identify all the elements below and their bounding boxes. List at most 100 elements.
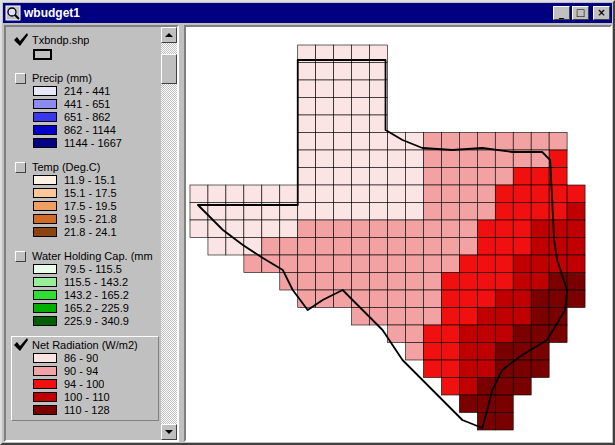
grid-cell[interactable]	[388, 238, 406, 256]
grid-cell[interactable]	[549, 133, 567, 151]
grid-cell[interactable]	[459, 395, 477, 413]
grid-cell[interactable]	[441, 325, 459, 343]
grid-cell[interactable]	[441, 238, 459, 256]
grid-cell[interactable]	[370, 168, 388, 186]
grid-cell[interactable]	[298, 290, 316, 308]
grid-cell[interactable]	[459, 308, 477, 326]
grid-cell[interactable]	[352, 290, 370, 308]
grid-cell[interactable]	[423, 343, 441, 361]
grid-cell[interactable]	[513, 378, 531, 396]
grid-cell[interactable]	[495, 273, 513, 291]
grid-cell[interactable]	[423, 360, 441, 378]
grid-cell[interactable]	[244, 255, 262, 273]
grid-cell[interactable]	[298, 80, 316, 98]
grid-cell[interactable]	[388, 255, 406, 273]
grid-cell[interactable]	[477, 238, 495, 256]
grid-cell[interactable]	[477, 360, 495, 378]
grid-cell[interactable]	[477, 325, 495, 343]
grid-cell[interactable]	[316, 80, 334, 98]
grid-cell[interactable]	[352, 150, 370, 168]
grid-cell[interactable]	[405, 343, 423, 361]
grid-cell[interactable]	[370, 150, 388, 168]
grid-cell[interactable]	[208, 220, 226, 238]
minimize-button[interactable]: _	[553, 6, 570, 20]
grid-cell[interactable]	[316, 168, 334, 186]
grid-cell[interactable]	[567, 255, 585, 273]
grid-cell[interactable]	[513, 220, 531, 238]
grid-cell[interactable]	[441, 220, 459, 238]
scroll-down-button[interactable]	[161, 424, 177, 440]
grid-cell[interactable]	[388, 325, 406, 343]
grid-cell[interactable]	[298, 133, 316, 151]
grid-cell[interactable]	[388, 168, 406, 186]
grid-cell[interactable]	[459, 203, 477, 221]
grid-cell[interactable]	[352, 185, 370, 203]
grid-cell[interactable]	[549, 238, 567, 256]
grid-cell[interactable]	[280, 220, 298, 238]
legend-layer[interactable]: Temp (Deg.C)11.9 - 15.115.1 - 17.517.5 -…	[11, 158, 159, 243]
grid-cell[interactable]	[441, 168, 459, 186]
grid-cell[interactable]	[549, 150, 567, 168]
grid-cell[interactable]	[423, 185, 441, 203]
grid-cell[interactable]	[477, 290, 495, 308]
map-view[interactable]	[184, 25, 612, 442]
grid-cell[interactable]	[388, 220, 406, 238]
grid-cell[interactable]	[441, 308, 459, 326]
layer-checkbox[interactable]	[12, 161, 32, 174]
grid-cell[interactable]	[298, 98, 316, 116]
grid-cell[interactable]	[531, 360, 549, 378]
grid-cell[interactable]	[405, 273, 423, 291]
grid-cell[interactable]	[298, 150, 316, 168]
grid-cell[interactable]	[405, 168, 423, 186]
grid-cell[interactable]	[477, 185, 495, 203]
grid-cell[interactable]	[459, 273, 477, 291]
grid-cell[interactable]	[477, 203, 495, 221]
grid-cell[interactable]	[441, 133, 459, 151]
grid-cell[interactable]	[531, 238, 549, 256]
grid-cell[interactable]	[495, 395, 513, 413]
grid-cell[interactable]	[513, 185, 531, 203]
grid-cell[interactable]	[495, 290, 513, 308]
checkbox-box[interactable]	[15, 73, 26, 84]
grid-cell[interactable]	[334, 185, 352, 203]
grid-cell[interactable]	[370, 185, 388, 203]
layer-header[interactable]: Txbndp.shp	[12, 34, 158, 47]
grid-cell[interactable]	[441, 360, 459, 378]
grid-cell[interactable]	[459, 360, 477, 378]
grid-cell[interactable]	[441, 203, 459, 221]
grid-cell[interactable]	[531, 255, 549, 273]
grid-cell[interactable]	[441, 343, 459, 361]
grid-cell[interactable]	[531, 168, 549, 186]
grid-cell[interactable]	[477, 395, 495, 413]
grid-cell[interactable]	[477, 273, 495, 291]
grid-cell[interactable]	[280, 185, 298, 203]
layer-checkbox[interactable]	[12, 339, 32, 352]
grid-cell[interactable]	[316, 220, 334, 238]
grid-cell[interactable]	[334, 203, 352, 221]
grid-cell[interactable]	[352, 203, 370, 221]
grid-cell[interactable]	[334, 168, 352, 186]
grid-cell[interactable]	[567, 185, 585, 203]
grid-cell[interactable]	[423, 203, 441, 221]
grid-cell[interactable]	[495, 413, 513, 431]
grid-cell[interactable]	[316, 273, 334, 291]
grid-cell[interactable]	[388, 273, 406, 291]
grid-cell[interactable]	[513, 360, 531, 378]
grid-cell[interactable]	[459, 238, 477, 256]
grid-cell[interactable]	[441, 290, 459, 308]
grid-cell[interactable]	[334, 273, 352, 291]
grid-cell[interactable]	[352, 168, 370, 186]
grid-cell[interactable]	[441, 378, 459, 396]
grid-cell[interactable]	[370, 273, 388, 291]
checkbox-box[interactable]	[15, 251, 26, 262]
grid-cell[interactable]	[459, 325, 477, 343]
grid-cell[interactable]	[352, 133, 370, 151]
grid-cell[interactable]	[316, 133, 334, 151]
close-button[interactable]: ×	[593, 6, 610, 20]
grid-cell[interactable]	[531, 185, 549, 203]
grid-cell[interactable]	[388, 150, 406, 168]
grid-cell[interactable]	[513, 273, 531, 291]
grid-cell[interactable]	[190, 220, 208, 238]
grid-cell[interactable]	[459, 150, 477, 168]
grid-cell[interactable]	[531, 273, 549, 291]
